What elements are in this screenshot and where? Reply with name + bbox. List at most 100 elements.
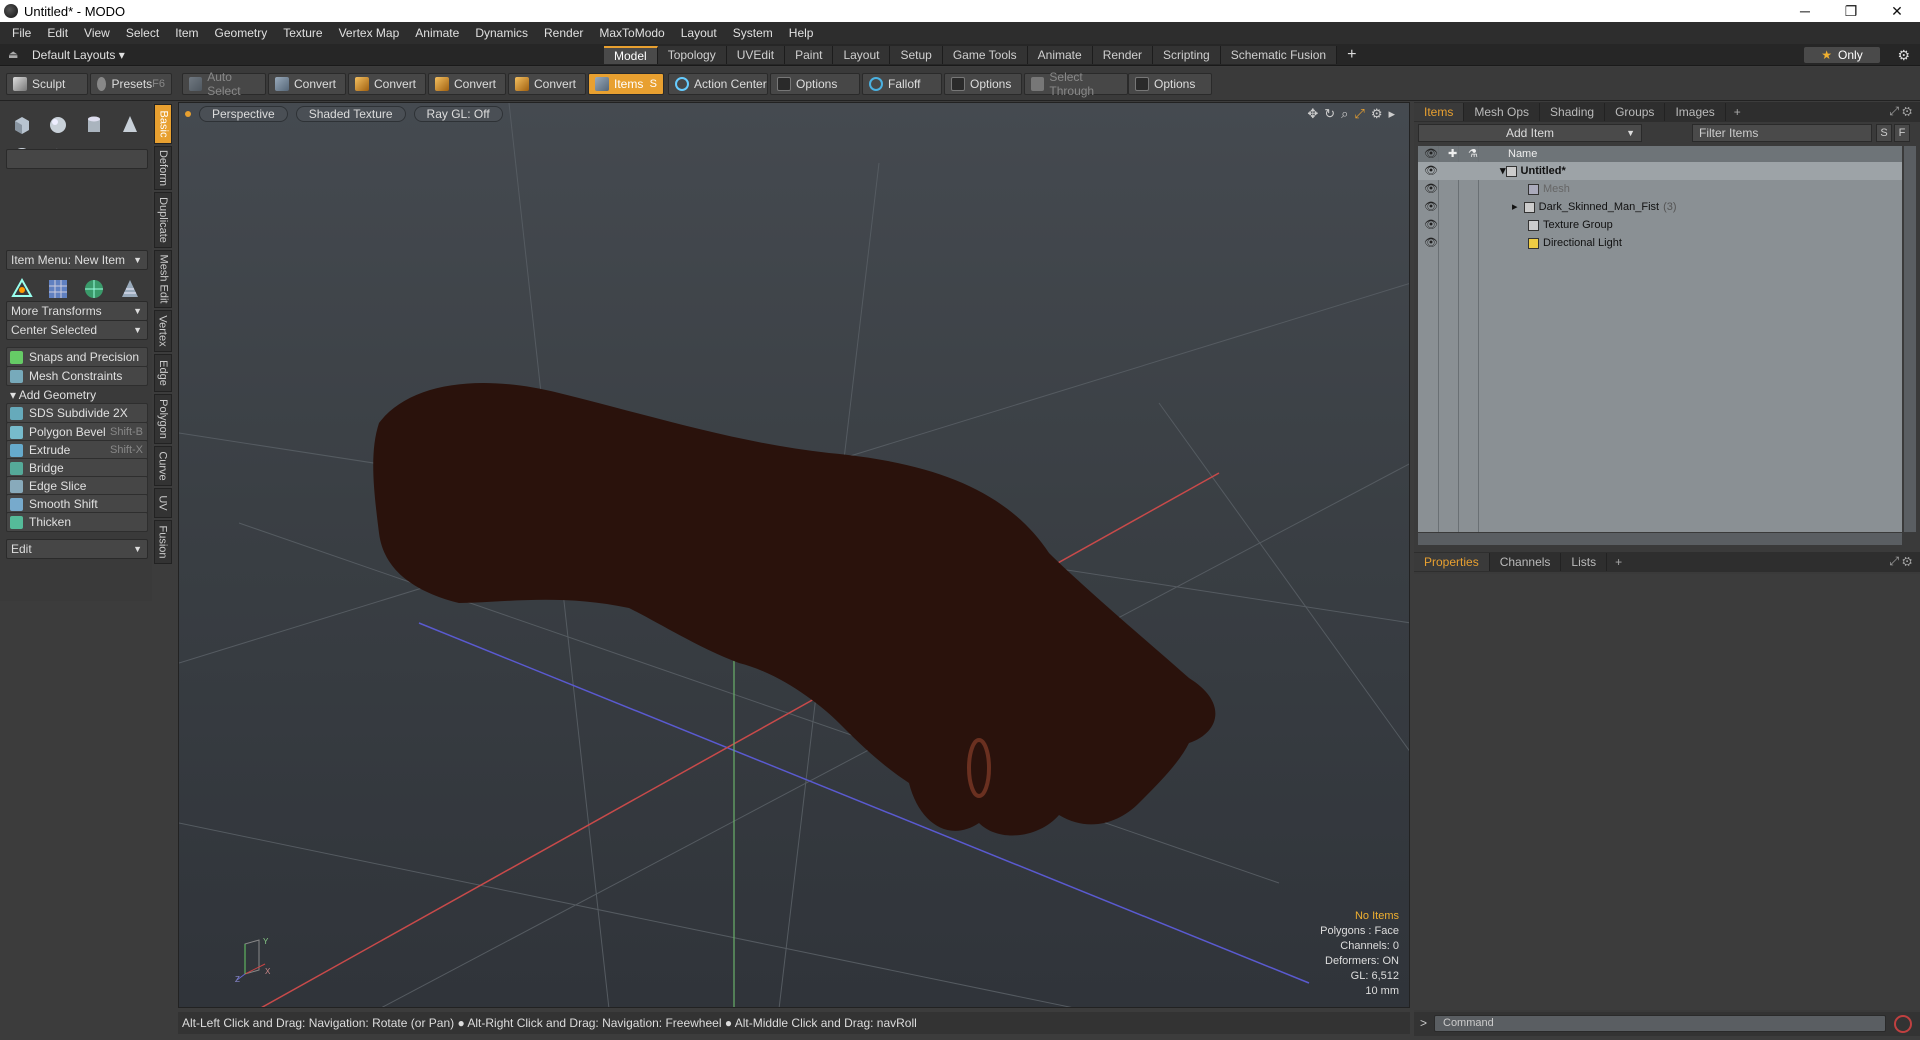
tab-model[interactable]: Model bbox=[604, 46, 658, 64]
vtab-polygon[interactable]: Polygon bbox=[154, 394, 172, 444]
menu-view[interactable]: View bbox=[76, 22, 118, 44]
menu-texture[interactable]: Texture bbox=[275, 22, 330, 44]
tab-setup[interactable]: Setup bbox=[890, 46, 943, 64]
smooth-shift-button[interactable]: Smooth Shift bbox=[6, 494, 148, 514]
menu-edit[interactable]: Edit bbox=[39, 22, 76, 44]
panel-expand-gear-icon[interactable]: ⤢ ⚙ bbox=[1889, 104, 1912, 119]
tab-lists[interactable]: Lists bbox=[1561, 553, 1608, 571]
tab-properties[interactable]: Properties bbox=[1414, 553, 1490, 571]
thicken-button[interactable]: Thicken bbox=[6, 512, 148, 532]
tab-shading[interactable]: Shading bbox=[1540, 103, 1606, 121]
tab-scripting[interactable]: Scripting bbox=[1153, 46, 1221, 64]
close-button[interactable]: ✕ bbox=[1874, 0, 1920, 22]
menu-help[interactable]: Help bbox=[781, 22, 822, 44]
vtab-uv[interactable]: UV bbox=[154, 488, 172, 518]
rotate-icon[interactable]: ↻ bbox=[1324, 106, 1335, 122]
items-mode-button[interactable]: Items S bbox=[588, 73, 664, 95]
edit-dropdown[interactable]: Edit ▼ bbox=[6, 539, 148, 559]
menu-layout[interactable]: Layout bbox=[673, 22, 725, 44]
menu-file[interactable]: File bbox=[4, 22, 39, 44]
item-list-horizontal-scrollbar[interactable] bbox=[1418, 533, 1902, 545]
tab-game-tools[interactable]: Game Tools bbox=[942, 46, 1028, 64]
convert-material-button[interactable]: Convert bbox=[508, 73, 586, 95]
presets-button[interactable]: Presets F6 bbox=[90, 73, 172, 95]
cylinder-primitive-icon[interactable] bbox=[78, 109, 110, 141]
tab-layout[interactable]: Layout bbox=[833, 46, 891, 64]
center-selected-dropdown[interactable]: Center Selected ▼ bbox=[6, 320, 148, 340]
list-item[interactable]: 👁 Mesh bbox=[1418, 180, 1902, 198]
vtab-curve[interactable]: Curve bbox=[154, 446, 172, 486]
auto-select-button[interactable]: Auto Select bbox=[182, 70, 266, 98]
vtab-vertex[interactable]: Vertex bbox=[154, 310, 172, 352]
maximize-button[interactable]: ❐ bbox=[1828, 0, 1874, 22]
item-list-vertical-scrollbar[interactable] bbox=[1904, 146, 1916, 532]
falloff-button[interactable]: Falloff bbox=[862, 73, 942, 95]
tab-topology[interactable]: Topology bbox=[657, 46, 727, 64]
panel-expand-gear-icon[interactable]: ⤢ ⚙ bbox=[1889, 554, 1912, 569]
view-type-button[interactable]: Perspective bbox=[199, 106, 288, 122]
vtab-edge[interactable]: Edge bbox=[154, 354, 172, 392]
sds-subdivide-button[interactable]: SDS Subdivide 2X bbox=[6, 403, 148, 423]
list-item[interactable]: 👁 ▸ Dark_Skinned_Man_Fist (3) bbox=[1418, 198, 1902, 216]
visibility-eye-icon[interactable]: 👁 bbox=[1424, 234, 1438, 252]
filter-f-button[interactable]: F bbox=[1894, 124, 1910, 142]
add-item-dropdown[interactable]: Add Item ▼ bbox=[1418, 124, 1642, 142]
menu-select[interactable]: Select bbox=[118, 22, 167, 44]
mesh-constraints-button[interactable]: Mesh Constraints bbox=[6, 366, 148, 386]
add-tab-button[interactable]: + bbox=[1337, 46, 1366, 64]
layouts-dropdown[interactable]: Default Layouts ▾ bbox=[32, 48, 125, 62]
gear-icon[interactable]: ⚙ bbox=[1897, 47, 1910, 64]
add-panel-tab-button[interactable]: + bbox=[1607, 555, 1630, 569]
vtab-deform[interactable]: Deform bbox=[154, 146, 172, 190]
tab-render[interactable]: Render bbox=[1092, 46, 1154, 64]
tab-channels[interactable]: Channels bbox=[1490, 553, 1562, 571]
action-center-options-button[interactable]: Options bbox=[770, 73, 860, 95]
visibility-eye-icon[interactable]: 👁 bbox=[1424, 162, 1438, 180]
add-panel-tab-button[interactable]: + bbox=[1726, 105, 1749, 119]
tab-groups[interactable]: Groups bbox=[1605, 103, 1666, 121]
tab-images[interactable]: Images bbox=[1665, 103, 1726, 121]
tab-uvedit[interactable]: UVEdit bbox=[726, 46, 786, 64]
command-input[interactable]: Command bbox=[1434, 1015, 1886, 1032]
filter-items-input[interactable]: Filter Items bbox=[1692, 124, 1872, 142]
vtab-duplicate[interactable]: Duplicate bbox=[154, 192, 172, 248]
menu-dynamics[interactable]: Dynamics bbox=[467, 22, 536, 44]
convert-edge-button[interactable]: Convert bbox=[348, 73, 426, 95]
convert-vertex-button[interactable]: Convert bbox=[268, 73, 346, 95]
search-s-button[interactable]: S bbox=[1876, 124, 1892, 142]
more-transforms-dropdown[interactable]: More Transforms ▼ bbox=[6, 301, 148, 321]
only-button[interactable]: ★ Only bbox=[1804, 47, 1880, 63]
menu-system[interactable]: System bbox=[725, 22, 781, 44]
select-options-button[interactable]: Options bbox=[1128, 73, 1212, 95]
visibility-eye-icon[interactable]: 👁 bbox=[1424, 180, 1438, 198]
cube-primitive-icon[interactable] bbox=[6, 109, 38, 141]
visibility-eye-icon[interactable]: 👁 bbox=[1424, 198, 1438, 216]
falloff-options-button[interactable]: Options bbox=[944, 73, 1022, 95]
menu-maxtomodo[interactable]: MaxToModo bbox=[591, 22, 672, 44]
render-column-icon[interactable]: ⚗ bbox=[1468, 146, 1478, 162]
list-item[interactable]: 👁 Directional Light bbox=[1418, 234, 1902, 252]
list-item[interactable]: 👁 ▾ Untitled* bbox=[1418, 162, 1902, 180]
menu-render[interactable]: Render bbox=[536, 22, 591, 44]
lock-column-icon[interactable]: ✚ bbox=[1448, 146, 1457, 162]
minimize-button[interactable]: ─ bbox=[1782, 0, 1828, 22]
list-item[interactable]: 👁 Texture Group bbox=[1418, 216, 1902, 234]
vtab-fusion[interactable]: Fusion bbox=[154, 520, 172, 564]
tab-mesh-ops[interactable]: Mesh Ops bbox=[1464, 103, 1541, 121]
item-menu-dropdown[interactable]: Item Menu: New Item ▼ bbox=[6, 250, 148, 270]
tab-paint[interactable]: Paint bbox=[785, 46, 834, 64]
expand-arrow-icon[interactable]: ▸ bbox=[1512, 198, 1524, 216]
menu-geometry[interactable]: Geometry bbox=[207, 22, 276, 44]
snaps-precision-button[interactable]: Snaps and Precision bbox=[6, 347, 148, 367]
visibility-eye-icon[interactable]: 👁 bbox=[1424, 216, 1438, 234]
bridge-button[interactable]: Bridge bbox=[6, 458, 148, 478]
fit-icon[interactable]: ⤢ bbox=[1354, 106, 1364, 122]
visibility-column-icon[interactable]: 👁 bbox=[1424, 146, 1438, 162]
polygon-bevel-button[interactable]: Polygon Bevel Shift-B bbox=[6, 422, 148, 442]
sculpt-button[interactable]: Sculpt bbox=[6, 73, 88, 95]
add-geometry-header[interactable]: ▾ Add Geometry bbox=[6, 385, 148, 405]
shading-mode-button[interactable]: Shaded Texture bbox=[295, 106, 406, 122]
menu-vertex-map[interactable]: Vertex Map bbox=[331, 22, 408, 44]
cone-primitive-icon[interactable] bbox=[114, 109, 146, 141]
raygl-button[interactable]: Ray GL: Off bbox=[413, 106, 503, 122]
